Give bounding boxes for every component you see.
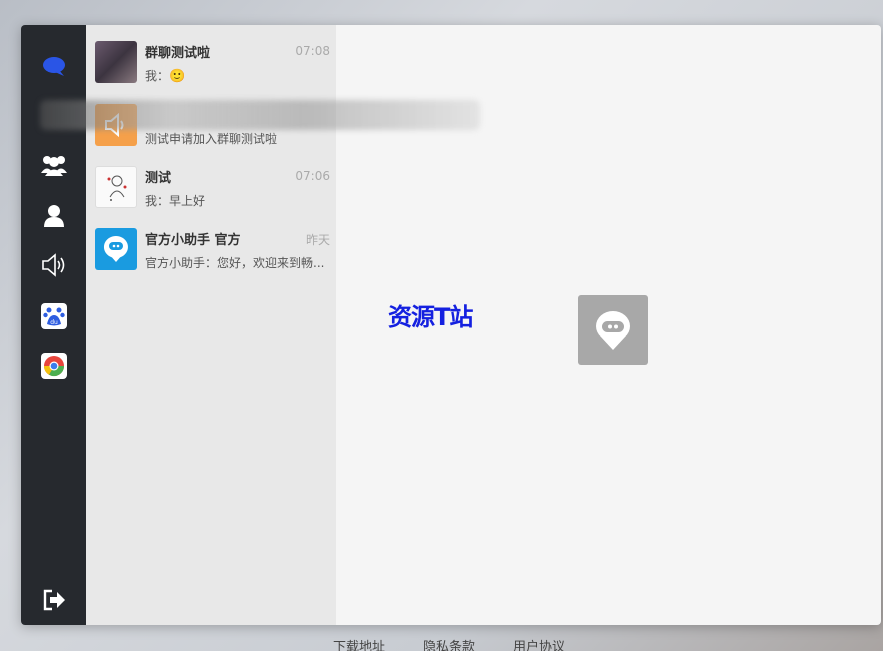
user-avatar <box>95 166 137 208</box>
conversation-time: 07:06 <box>295 169 330 183</box>
assistant-avatar <box>95 228 137 270</box>
app-logo-icon <box>578 295 648 365</box>
conversation-name: 群聊测试啦 <box>145 46 211 61</box>
group-avatar <box>95 41 137 83</box>
conversation-message: 我：早上好 <box>145 194 206 208</box>
conversation-message: 测试申请加入群聊测试啦 <box>145 132 278 146</box>
svg-text:du: du <box>50 319 58 326</box>
chrome-icon[interactable] <box>21 346 86 386</box>
group-icon[interactable] <box>21 145 86 185</box>
footer-links: 下载地址 隐私条款 用户协议 <box>0 636 883 651</box>
agreement-link[interactable]: 用户协议 <box>513 636 565 651</box>
conversation-name: 测试 <box>145 171 172 186</box>
conversation-message: 官方小助手：您好，欢迎来到畅... <box>145 256 325 270</box>
smile-emoji-icon: 🙂 <box>169 69 186 84</box>
watermark-text: 资源T站 <box>388 303 473 331</box>
conversation-item[interactable]: 官方小助手 官方 昨天 官方小助手：您好，欢迎来到畅... <box>86 222 336 284</box>
chat-bubble-icon[interactable] <box>21 46 86 86</box>
contact-icon[interactable] <box>21 196 86 236</box>
conversation-time: 昨天 <box>305 233 330 247</box>
message-text: 我： <box>145 69 170 83</box>
redacted-overlay <box>40 100 480 130</box>
conversation-item[interactable]: 群聊测试啦 07:08 我：🙂 <box>86 35 336 97</box>
conversation-time: 07:08 <box>295 44 330 58</box>
baidu-paw-icon[interactable]: du <box>21 296 86 336</box>
privacy-link[interactable]: 隐私条款 <box>423 636 475 651</box>
logout-icon[interactable] <box>21 580 86 620</box>
speaker-icon[interactable] <box>21 245 86 285</box>
download-link[interactable]: 下载地址 <box>333 636 385 651</box>
conversation-message: 我：🙂 <box>145 67 331 84</box>
conversation-item[interactable]: 测试 07:06 我：早上好 <box>86 160 336 222</box>
conversation-name: 官方小助手 官方 <box>145 233 241 248</box>
